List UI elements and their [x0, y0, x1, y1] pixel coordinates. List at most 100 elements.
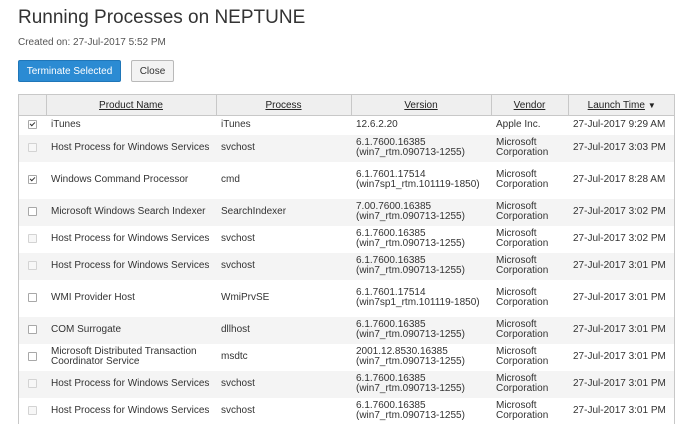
vendor-cell: Microsoft Corporation: [491, 198, 568, 226]
table-row[interactable]: WMI Provider Host WmiPrvSE 6.1.7601.17514 …: [19, 279, 674, 317]
column-header-vendor[interactable]: Vendor: [490, 95, 568, 116]
created-timestamp: Created on: 27-Jul-2017 5:52 PM: [18, 37, 166, 48]
row-select-cell: [19, 252, 46, 280]
product-name-cell: Host Process for Windows Services: [46, 397, 216, 424]
product-name-cell: iTunes: [46, 115, 216, 135]
table-row[interactable]: Windows Command Processor cmd 6.1.7601.175…: [19, 161, 674, 199]
product-name-cell: Host Process for Windows Services: [46, 370, 216, 398]
row-select-cell: [19, 397, 46, 424]
vendor-cell: Microsoft Corporation: [491, 279, 568, 317]
version-cell: 6.1.7601.17514 (win7sp1_rtm.101119-1850): [351, 161, 491, 199]
row-select-cell: [19, 134, 46, 162]
vendor-cell: Microsoft Corporation: [491, 161, 568, 199]
page-title: Running Processes on NEPTUNE: [18, 7, 306, 28]
row-checkbox[interactable]: [28, 292, 37, 302]
vendor-cell: Microsoft Corporation: [491, 397, 568, 424]
table-row[interactable]: iTunes iTunes 12.6.2.20 Apple Inc. 27-Jul-20…: [19, 115, 674, 135]
table-row[interactable]: Host Process for Windows Services svchost…: [19, 134, 674, 162]
row-checkbox[interactable]: [28, 206, 37, 216]
launch-time-cell: 27-Jul-2017 3:03 PM: [568, 134, 674, 162]
process-cell: msdtc: [216, 343, 351, 371]
product-name-cell: Microsoft Windows Search Indexer: [46, 198, 216, 226]
product-name-cell: WMI Provider Host: [46, 279, 216, 317]
row-select-cell: [19, 279, 46, 317]
vendor-cell: Microsoft Corporation: [491, 225, 568, 253]
row-checkbox[interactable]: [28, 324, 37, 334]
table-row[interactable]: Microsoft Distributed Transaction Coordi…: [19, 343, 674, 371]
process-cell: svchost: [216, 225, 351, 253]
column-header-product-name[interactable]: Product Name: [45, 95, 216, 116]
table-row[interactable]: Microsoft Windows Search Indexer SearchIn…: [19, 198, 674, 226]
process-cell: SearchIndexer: [216, 198, 351, 226]
table-row[interactable]: Host Process for Windows Services svchost…: [19, 397, 674, 424]
product-name-cell: Host Process for Windows Services: [46, 134, 216, 162]
row-select-cell: [19, 316, 46, 344]
vendor-cell: Microsoft Corporation: [491, 316, 568, 344]
version-cell: 6.1.7600.16385 (win7_rtm.090713-1255): [351, 252, 491, 280]
row-checkbox[interactable]: [28, 351, 37, 361]
process-cell: svchost: [216, 252, 351, 280]
version-cell: 6.1.7600.16385 (win7_rtm.090713-1255): [351, 397, 491, 424]
launch-time-cell: 27-Jul-2017 3:01 PM: [568, 279, 674, 317]
table-row[interactable]: COM Surrogate dllhost 6.1.7600.16385 (win7…: [19, 316, 674, 344]
version-cell: 7.00.7600.16385 (win7_rtm.090713-1255): [351, 198, 491, 226]
launch-time-cell: 27-Jul-2017 8:28 AM: [568, 161, 674, 199]
row-checkbox[interactable]: [28, 174, 37, 184]
terminate-selected-button[interactable]: Terminate Selected: [18, 60, 121, 82]
version-cell: 6.1.7600.16385 (win7_rtm.090713-1255): [351, 225, 491, 253]
product-name-cell: Windows Command Processor: [46, 161, 216, 199]
version-cell: 6.1.7600.16385 (win7_rtm.090713-1255): [351, 316, 491, 344]
vendor-cell: Apple Inc.: [491, 115, 568, 135]
launch-time-cell: 27-Jul-2017 9:29 AM: [568, 115, 674, 135]
row-select-cell: [19, 225, 46, 253]
product-name-cell: Host Process for Windows Services: [46, 225, 216, 253]
process-cell: dllhost: [216, 316, 351, 344]
row-checkbox: [28, 260, 37, 270]
vendor-cell: Microsoft Corporation: [491, 370, 568, 398]
row-checkbox[interactable]: [28, 120, 37, 130]
version-cell: 6.1.7601.17514 (win7sp1_rtm.101119-1850): [351, 279, 491, 317]
vendor-cell: Microsoft Corporation: [491, 134, 568, 162]
product-name-cell: Host Process for Windows Services: [46, 252, 216, 280]
version-cell: 6.1.7600.16385 (win7_rtm.090713-1255): [351, 370, 491, 398]
process-cell: svchost: [216, 397, 351, 424]
row-select-cell: [19, 198, 46, 226]
table-row[interactable]: Host Process for Windows Services svchost…: [19, 225, 674, 253]
launch-time-cell: 27-Jul-2017 3:01 PM: [568, 252, 674, 280]
product-name-cell: Microsoft Distributed Transaction Coordi…: [46, 343, 216, 371]
column-header-process[interactable]: Process: [215, 95, 351, 116]
version-cell: 2001.12.8530.16385 (win7_rtm.090713-1255…: [351, 343, 491, 371]
row-checkbox: [28, 405, 37, 415]
process-cell: cmd: [216, 161, 351, 199]
launch-time-cell: 27-Jul-2017 3:01 PM: [568, 316, 674, 344]
row-select-cell: [19, 115, 46, 135]
column-header-version[interactable]: Version: [350, 95, 491, 116]
launch-time-cell: 27-Jul-2017 3:01 PM: [568, 397, 674, 424]
row-checkbox: [28, 233, 37, 243]
table-header-row: Product Name Process Version Vendor Laun…: [19, 95, 674, 116]
process-cell: WmiPrvSE: [216, 279, 351, 317]
version-cell: 6.1.7600.16385 (win7_rtm.090713-1255): [351, 134, 491, 162]
vendor-cell: Microsoft Corporation: [491, 252, 568, 280]
sort-descending-icon: ▼: [647, 100, 656, 110]
table-row[interactable]: Host Process for Windows Services svchost…: [19, 370, 674, 398]
table-row[interactable]: Host Process for Windows Services svchost…: [19, 252, 674, 280]
process-cell: iTunes: [216, 115, 351, 135]
row-select-cell: [19, 343, 46, 371]
column-header-launch-time[interactable]: Launch Time ▼: [567, 95, 674, 116]
launch-time-cell: 27-Jul-2017 3:02 PM: [568, 198, 674, 226]
vendor-cell: Microsoft Corporation: [491, 343, 568, 371]
launch-time-cell: 27-Jul-2017 3:01 PM: [568, 370, 674, 398]
row-checkbox: [28, 378, 37, 388]
product-name-cell: COM Surrogate: [46, 316, 216, 344]
row-checkbox: [28, 142, 37, 152]
launch-time-cell: 27-Jul-2017 3:01 PM: [568, 343, 674, 371]
row-select-cell: [19, 370, 46, 398]
process-cell: svchost: [216, 370, 351, 398]
process-cell: svchost: [216, 134, 351, 162]
launch-time-cell: 27-Jul-2017 3:02 PM: [568, 225, 674, 253]
row-select-cell: [19, 161, 46, 199]
close-button[interactable]: Close: [131, 60, 174, 82]
select-all-header: [19, 95, 46, 116]
version-cell: 12.6.2.20: [351, 115, 491, 135]
